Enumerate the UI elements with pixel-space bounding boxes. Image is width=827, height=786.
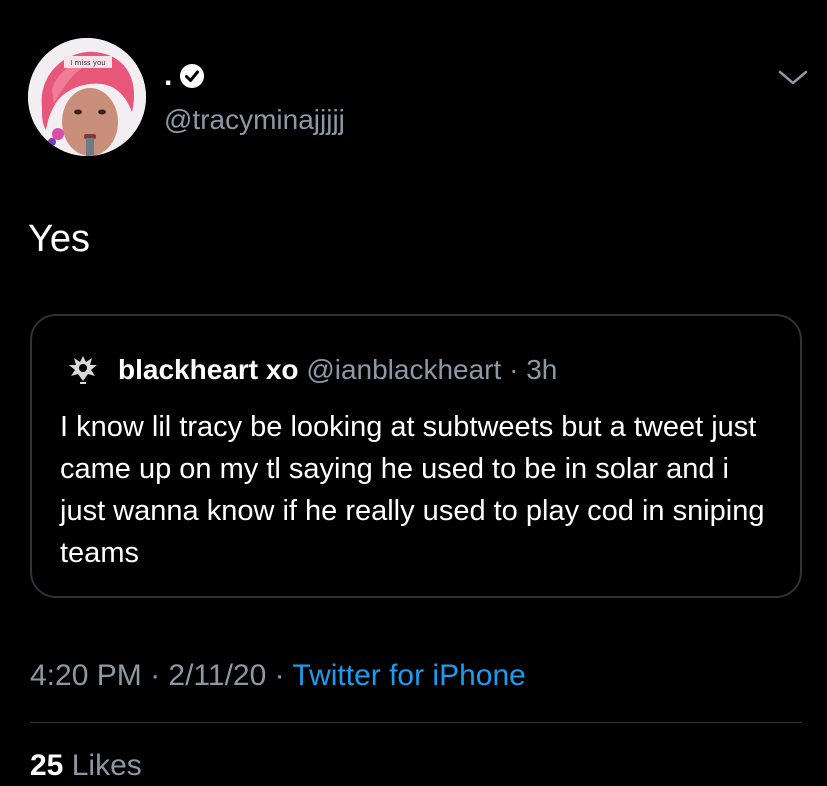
footer-separator: ·	[266, 659, 293, 692]
likes-count-row[interactable]: 25 Likes	[30, 746, 142, 786]
quoted-tweet-card[interactable]: blackheart xo @ianblackheart · 3h I know…	[30, 314, 802, 598]
tweet-time[interactable]: 4:20 PM	[30, 659, 142, 692]
author-handle[interactable]: @tracyminajjjjj	[164, 102, 345, 138]
quoted-author-avatar[interactable]	[64, 350, 102, 388]
tweet-date[interactable]: 2/11/20	[168, 659, 266, 692]
quoted-tweet-text: I know lil tracy be looking at subtweets…	[60, 411, 765, 569]
tweet-timestamp-row: 4:20 PM · 2/11/20 · Twitter for iPhone	[30, 656, 526, 696]
quoted-meta-separator: ·	[501, 354, 527, 385]
author-display-name[interactable]: .	[164, 58, 172, 94]
quoted-tweet-header: blackheart xo @ianblackheart · 3h	[118, 352, 557, 388]
author-name-row[interactable]: .	[164, 58, 206, 94]
quoted-author-name[interactable]: blackheart xo	[118, 354, 299, 385]
tweet-text: Yes	[28, 218, 90, 260]
quoted-tweet-age[interactable]: 3h	[526, 354, 557, 385]
verified-badge-icon	[180, 64, 205, 88]
avatar-photo: I miss you	[28, 38, 146, 156]
avatar-caption: I miss you	[70, 59, 105, 67]
footer-separator: ·	[141, 659, 169, 692]
likes-count: 25	[30, 749, 64, 782]
author-avatar[interactable]: I miss you	[28, 38, 146, 156]
divider	[30, 722, 802, 723]
quoted-author-handle[interactable]: @ianblackheart	[306, 354, 501, 385]
tweet-source-link[interactable]: Twitter for iPhone	[292, 659, 525, 692]
likes-label: Likes	[71, 749, 142, 782]
chevron-down-icon[interactable]	[776, 64, 810, 90]
